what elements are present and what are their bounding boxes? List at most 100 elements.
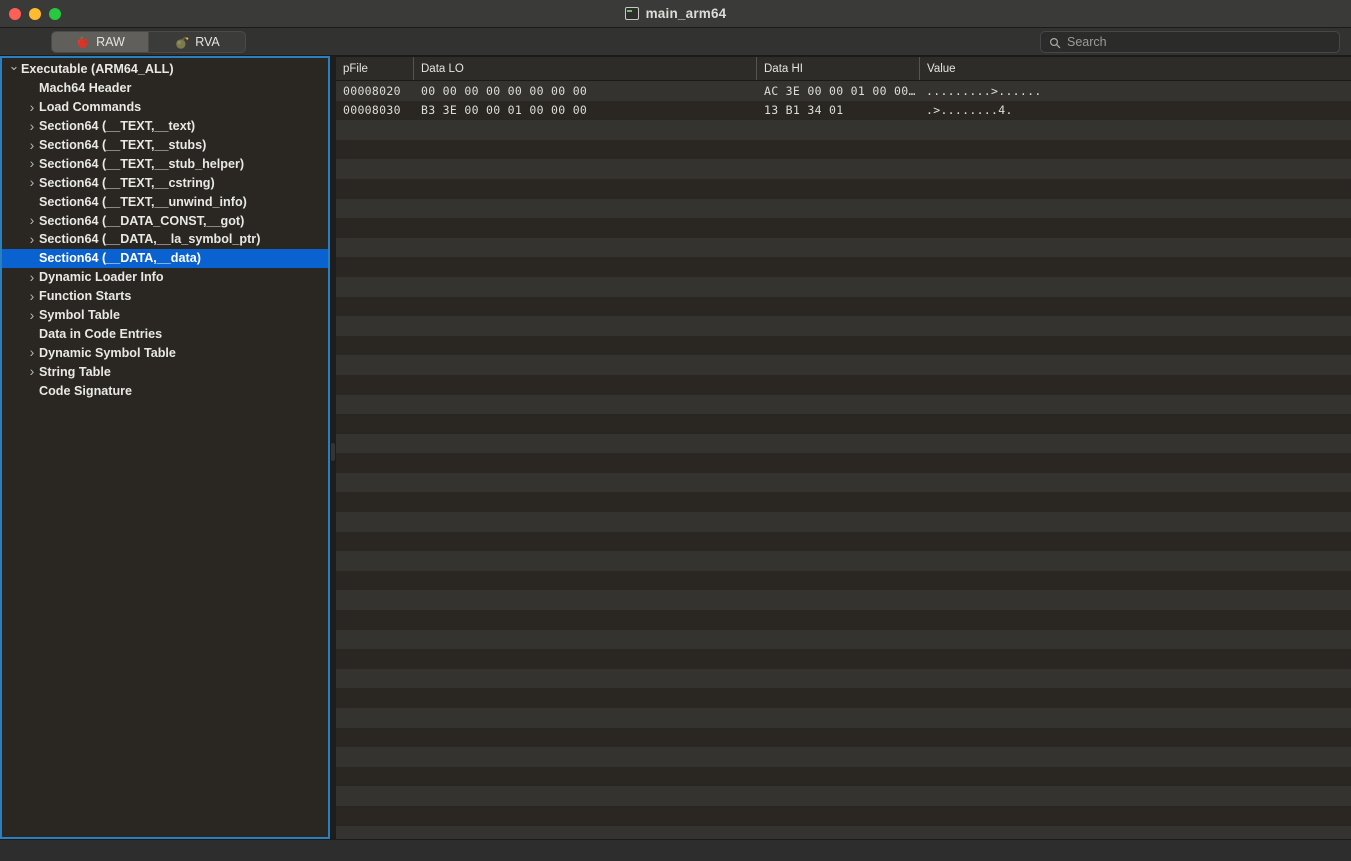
table-row-empty[interactable] [336,766,1351,787]
chevron-right-icon[interactable] [25,364,39,379]
table-header-row[interactable]: pFile Data LO Data HI Value [336,57,1351,81]
table-row-empty[interactable] [336,257,1351,277]
table-row-empty[interactable] [336,316,1351,336]
table-row-empty[interactable] [336,747,1351,767]
table-row-empty[interactable] [336,708,1351,728]
table-row-empty[interactable] [336,178,1351,199]
table-row[interactable]: 00008020 00 00 00 00 00 00 00 00 AC 3E 00 … [336,81,1351,101]
table-row-empty[interactable] [336,433,1351,454]
column-header-pfile[interactable]: pFile [336,57,413,80]
tree-item-label: Mach64 Header [39,81,132,96]
chevron-right-icon[interactable] [25,156,39,171]
table-row-empty[interactable] [336,531,1351,552]
chevron-right-icon[interactable] [25,232,39,247]
tree-item[interactable]: Section64 (__DATA,__la_symbol_ptr) [2,230,328,249]
table-row-empty[interactable] [336,374,1351,395]
chevron-right-icon[interactable] [25,138,39,153]
pane-splitter[interactable] [330,56,336,839]
chevron-right-icon[interactable] [25,100,39,115]
cell-hi: 13 B1 34 01 [764,103,844,118]
window-title-group: main_arm64 [0,0,1351,27]
table-row-empty[interactable] [336,610,1351,630]
chevron-right-icon[interactable] [25,213,39,228]
tree-item[interactable]: Dynamic Loader Info [2,268,328,287]
tree-item[interactable]: Dynamic Symbol Table [2,343,328,362]
close-window-button[interactable] [9,7,21,20]
table-row-empty[interactable] [336,139,1351,160]
table-row-empty[interactable] [336,570,1351,591]
table-row-empty[interactable] [336,805,1351,826]
tree-item[interactable]: String Table [2,362,328,381]
apple-icon [75,35,90,50]
sidebar-panel: Executable (ARM64_ALL) Mach64 Header Load … [0,56,330,839]
table-row-empty[interactable] [336,668,1351,689]
splitter-handle[interactable] [331,443,335,461]
chevron-right-icon[interactable] [25,308,39,323]
table-row-empty[interactable] [336,786,1351,806]
application-window: main_arm64 RAW RVA Search ⌄ Executable (… [0,0,1351,861]
chevron-right-icon[interactable] [25,270,39,285]
column-header-value[interactable]: Value [919,57,1351,80]
table-row-empty[interactable] [336,551,1351,571]
table-row-empty[interactable] [336,237,1351,258]
tab-rva[interactable]: RVA [149,32,245,52]
table-row-empty[interactable] [336,414,1351,434]
table-row-empty[interactable] [336,590,1351,611]
chevron-down-icon[interactable] [7,62,21,76]
cell-value: .>........4. [926,103,1013,118]
table-row-empty[interactable] [336,825,1351,839]
table-row-empty[interactable] [336,649,1351,669]
tree-item[interactable]: Section64 (__TEXT,__cstring) [2,173,328,192]
title-bar: main_arm64 [0,0,1351,28]
tree-item[interactable]: Load Commands [2,98,328,117]
table-body[interactable]: 00008020 00 00 00 00 00 00 00 00 AC 3E 00 … [336,81,1351,839]
tree-item[interactable]: Section64 (__TEXT,__stubs) [2,136,328,155]
tab-raw[interactable]: RAW [52,32,148,52]
tree-item[interactable]: Section64 (__TEXT,__stub_helper) [2,154,328,173]
table-row-empty[interactable] [336,629,1351,650]
search-input[interactable] [1067,35,1331,49]
cell-lo: 00 00 00 00 00 00 00 00 [421,83,588,98]
tree-item[interactable]: Section64 (__DATA,__data) [2,248,328,268]
chevron-right-icon[interactable] [25,289,39,304]
column-header-hi[interactable]: Data HI [756,57,919,80]
table-row-empty[interactable] [336,688,1351,708]
tree-item[interactable]: Function Starts [2,287,328,306]
maximize-window-button[interactable] [49,7,61,20]
table-row-empty[interactable] [336,727,1351,748]
table-row-empty[interactable] [336,355,1351,375]
tree-item-label: Section64 (__DATA,__la_symbol_ptr) [39,232,261,247]
tree-item[interactable]: Section64 (__DATA_CONST,__got) [2,211,328,230]
table-row-empty[interactable] [336,218,1351,238]
table-row-empty[interactable] [336,159,1351,179]
table-row-empty[interactable] [336,120,1351,140]
table-row-empty[interactable] [336,492,1351,513]
table-row-empty[interactable] [336,453,1351,473]
mode-segmented-control[interactable]: RAW RVA [51,31,246,53]
tree-item-label: Section64 (__TEXT,__stubs) [39,138,207,152]
table-row-empty[interactable] [336,276,1351,297]
chevron-right-icon[interactable] [25,345,39,360]
table-row-empty[interactable] [336,296,1351,317]
tree-item[interactable]: Section64 (__TEXT,__text) [2,117,328,136]
tree-item[interactable]: Section64 (__TEXT,__unwind_info) [2,192,328,211]
tree-item[interactable]: Symbol Table [2,306,328,325]
table-row-empty[interactable] [336,472,1351,493]
main-content: Executable (ARM64_ALL) Mach64 Header Load … [0,56,1351,839]
minimize-window-button[interactable] [29,7,41,20]
tree-item[interactable]: Data in Code Entries [2,324,328,343]
table-row-empty[interactable] [336,198,1351,219]
search-field[interactable] [1040,31,1340,53]
table-row[interactable]: 00008030 B3 3E 00 00 01 00 00 00 13 B1 34 … [336,100,1351,121]
tree-item[interactable]: Executable (ARM64_ALL) [2,60,328,79]
toolbar: RAW RVA [0,28,1351,56]
chevron-right-icon[interactable] [25,119,39,134]
tree-item[interactable]: Mach64 Header [2,79,328,98]
tree-item[interactable]: Code Signature [2,381,328,400]
chevron-right-icon[interactable] [25,175,39,190]
table-row-empty[interactable] [336,394,1351,415]
column-header-lo[interactable]: Data LO [413,57,756,80]
table-row-empty[interactable] [336,512,1351,532]
structure-tree[interactable]: Executable (ARM64_ALL) Mach64 Header Load … [2,58,328,837]
table-row-empty[interactable] [336,335,1351,356]
